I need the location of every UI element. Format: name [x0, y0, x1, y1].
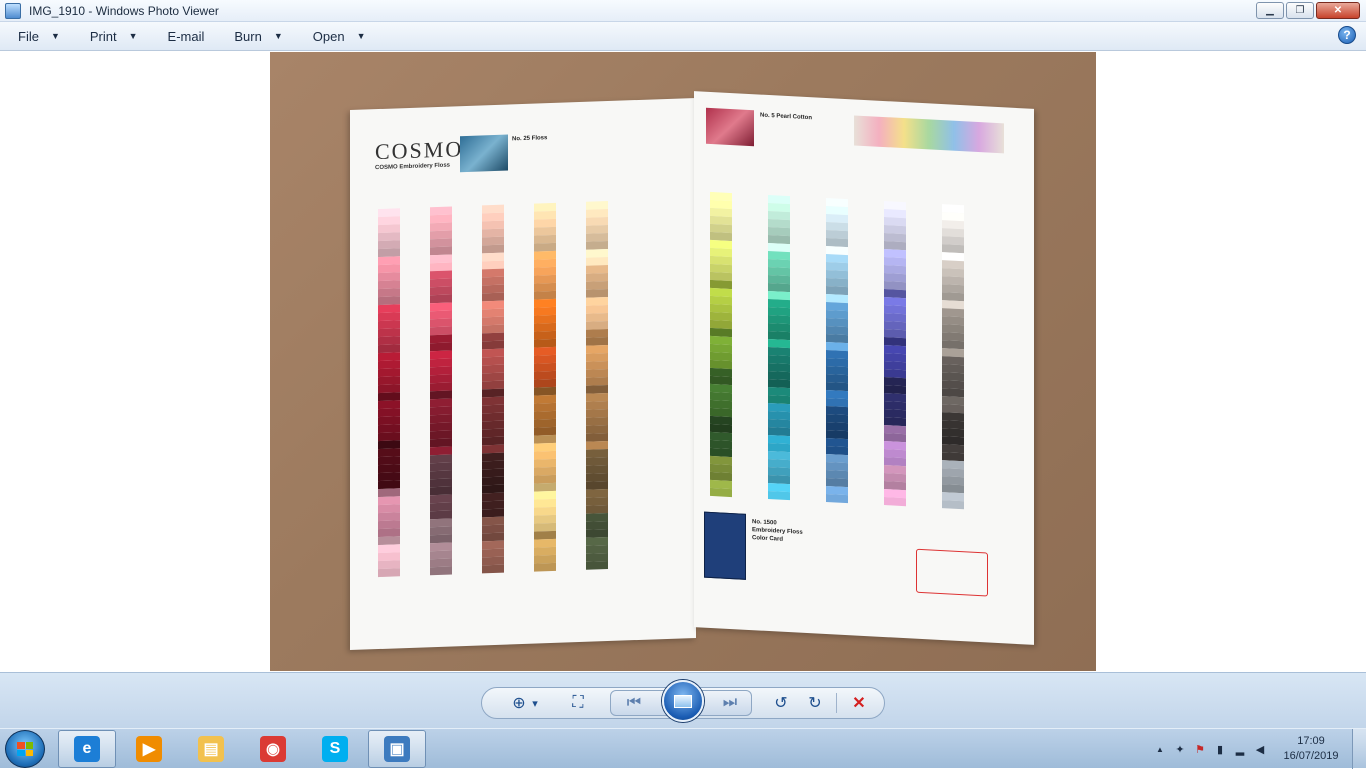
right-swatch-columns — [694, 91, 1034, 510]
window-title: IMG_1910 - Windows Photo Viewer — [29, 3, 219, 18]
show-hidden-icons-icon[interactable]: ▲ — [1153, 742, 1167, 756]
power-icon[interactable]: ▮ — [1213, 742, 1227, 756]
chevron-down-icon: ▼ — [50, 31, 60, 41]
menu-burn-label: Burn — [234, 28, 262, 44]
swatch-column — [482, 204, 504, 574]
clock-date: 16/07/2019 — [1283, 750, 1339, 762]
floss-thumbnail — [460, 134, 508, 173]
rotate-counterclockwise-icon[interactable]: ↺ — [770, 693, 792, 713]
swatch-column — [826, 198, 848, 504]
menu-open[interactable]: Open ▼ — [295, 22, 378, 51]
zoom-icon[interactable]: ⊕ — [508, 693, 530, 713]
windows-logo-icon — [17, 742, 33, 756]
menu-file-label: File — [18, 28, 39, 44]
menu-print-label: Print — [89, 28, 117, 44]
color-swatch — [534, 562, 556, 572]
internet-explorer-icon: e — [74, 736, 100, 762]
minimize-button[interactable]: ▁ — [1256, 2, 1284, 19]
clock-time: 17:09 — [1297, 735, 1325, 747]
menu-bar: File ▼ Print ▼ E-mail Burn ▼ Open ▼ ? — [0, 22, 1366, 51]
color-swatch — [884, 497, 906, 507]
delete-icon[interactable]: ✕ — [848, 693, 870, 713]
maximize-button[interactable]: ❐ — [1286, 2, 1314, 19]
color-swatch — [430, 566, 452, 576]
cosmo-logo: COSMO — [375, 136, 464, 165]
menu-print[interactable]: Print ▼ — [72, 22, 150, 51]
photo-viewer-app-icon — [5, 2, 21, 19]
dropbox-icon[interactable]: ✦ — [1173, 742, 1187, 756]
window-controls: ▁ ❐ ✕ — [1256, 2, 1360, 19]
color-card-booklet — [704, 511, 746, 580]
color-card-right-page: No. 5 Pearl Cotton No. 1500 Embroidery F… — [694, 91, 1034, 645]
color-card-title: No. 1500 Embroidery Floss Color Card — [752, 518, 803, 545]
logo-subtitle: COSMO Embroidery Floss — [375, 162, 451, 172]
menu-burn[interactable]: Burn ▼ — [216, 22, 294, 51]
volume-icon[interactable]: ◀ — [1253, 742, 1267, 756]
spools-photo — [854, 115, 1004, 154]
right-page-heading: No. 5 Pearl Cotton — [760, 112, 813, 122]
file-explorer-icon: ▤ — [198, 736, 224, 762]
swatch-column — [768, 194, 790, 501]
taskbar-internet-explorer[interactable]: e — [58, 730, 116, 768]
taskbar-media-player[interactable]: ▶ — [120, 730, 178, 768]
swatch-column — [710, 191, 732, 498]
action-center-icon[interactable]: ⚑ — [1193, 742, 1207, 756]
pearl-cotton-thumbnail — [706, 107, 754, 147]
menu-email[interactable]: E-mail — [150, 22, 217, 51]
color-swatch — [768, 490, 790, 501]
skype-icon: S — [322, 736, 348, 762]
media-player-icon: ▶ — [136, 736, 162, 762]
show-desktop-button[interactable] — [1352, 729, 1366, 769]
network-icon[interactable]: ▂ — [1233, 742, 1247, 756]
color-swatch — [826, 494, 848, 504]
menu-email-label: E-mail — [167, 28, 205, 44]
zoom-dropdown-arrow[interactable]: ▾ — [530, 693, 540, 713]
menu-open-label: Open — [312, 28, 345, 44]
chevron-down-icon: ▼ — [128, 31, 138, 41]
previous-icon[interactable]: ⏮ — [620, 693, 648, 713]
swatch-column — [884, 201, 906, 507]
taskbar-skype[interactable]: S — [306, 730, 364, 768]
displayed-photo: COSMO COSMO Embroidery Floss No. 25 Flos… — [270, 52, 1096, 671]
slideshow-icon — [674, 694, 692, 708]
start-button[interactable] — [5, 730, 45, 768]
swatch-column — [586, 201, 608, 570]
new-colors-box — [916, 548, 988, 597]
image-viewport[interactable]: COSMO COSMO Embroidery Floss No. 25 Flos… — [0, 52, 1366, 672]
actual-size-icon[interactable]: ⛶ — [566, 693, 590, 713]
taskbar-file-explorer[interactable]: ▤ — [182, 730, 240, 768]
color-swatch — [482, 564, 504, 574]
chevron-down-icon: ▼ — [356, 31, 366, 41]
close-button[interactable]: ✕ — [1316, 2, 1360, 19]
photo-viewer-icon: ▣ — [384, 736, 410, 762]
title-bar: IMG_1910 - Windows Photo Viewer ▁ ❐ ✕ — [0, 0, 1366, 22]
color-swatch — [710, 487, 732, 498]
swatch-column — [430, 206, 452, 576]
next-icon[interactable]: ⏭ — [716, 693, 744, 713]
swatch-column — [942, 204, 964, 510]
color-swatch — [378, 568, 400, 578]
rotate-clockwise-icon[interactable]: ↻ — [804, 693, 826, 713]
chevron-down-icon: ▼ — [273, 31, 283, 41]
taskbar-photo-viewer[interactable]: ▣ — [368, 730, 426, 768]
color-swatch — [942, 500, 964, 510]
color-card-left-page: COSMO COSMO Embroidery Floss No. 25 Flos… — [350, 97, 696, 651]
slideshow-button[interactable] — [662, 680, 704, 722]
menu-file[interactable]: File ▼ — [0, 22, 72, 51]
left-swatch-columns — [350, 98, 696, 578]
swatch-column — [534, 202, 556, 572]
taskbar-chrome[interactable]: ◉ — [244, 730, 302, 768]
color-swatch — [586, 561, 608, 570]
clock[interactable]: 17:09 16/07/2019 — [1276, 734, 1346, 764]
chrome-icon: ◉ — [260, 736, 286, 762]
taskbar: e ▶ ▤ ◉ S ▣ ▲ ✦ ⚑ ▮ ▂ ◀ 17:09 16/07/2019 — [0, 728, 1366, 769]
left-page-heading: No. 25 Floss — [512, 135, 548, 143]
control-separator — [836, 693, 837, 713]
swatch-column — [378, 208, 400, 578]
system-tray: ▲ ✦ ⚑ ▮ ▂ ◀ 17:09 16/07/2019 — [1150, 729, 1366, 769]
help-icon[interactable]: ? — [1338, 26, 1356, 44]
